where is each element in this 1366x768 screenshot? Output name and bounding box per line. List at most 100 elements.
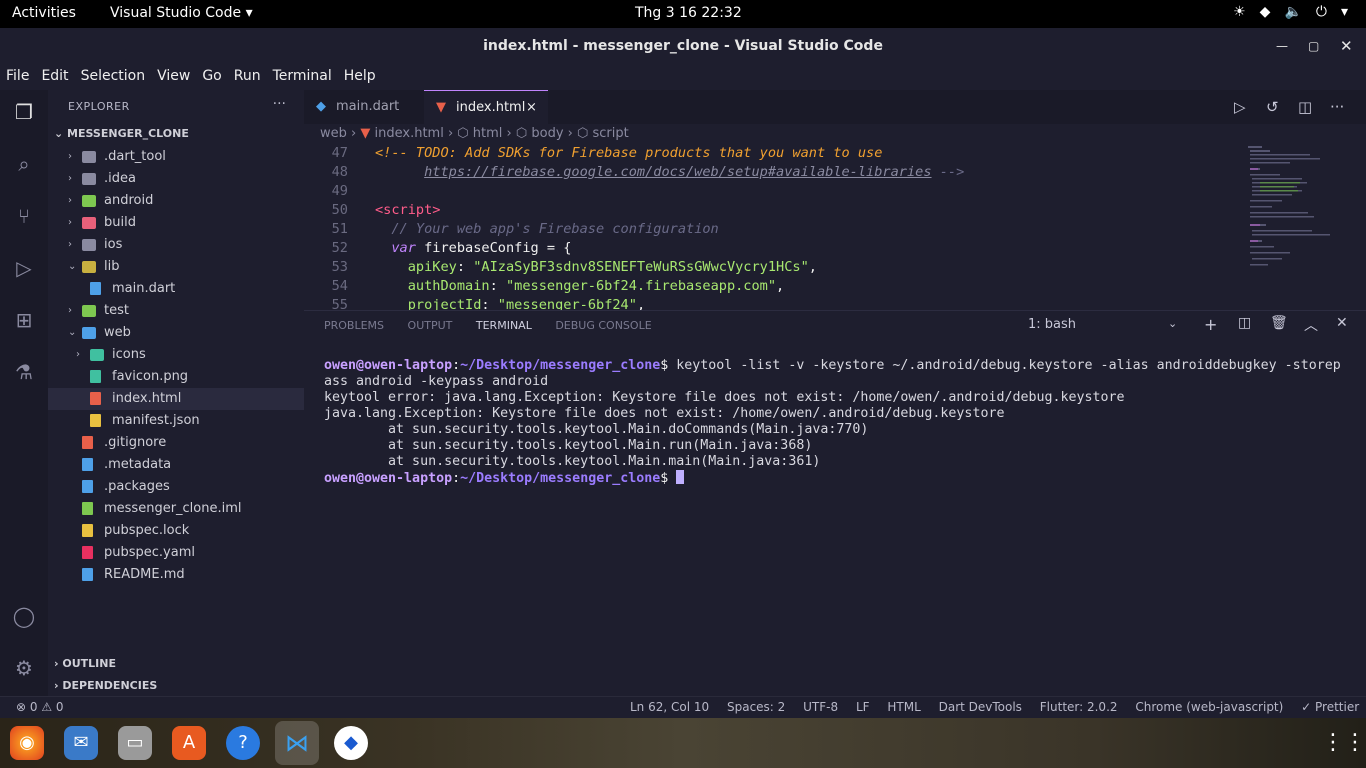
menu-go[interactable]: Go [202,64,227,90]
tree-item[interactable]: pubspec.yaml [48,542,304,564]
activities-button[interactable]: Activities [12,5,76,21]
menu-selection[interactable]: Selection [81,64,152,90]
tree-item[interactable]: ⌄ web [48,322,304,344]
split-terminal-icon[interactable]: ◫ [1238,315,1251,331]
code-editor[interactable]: 47 <!-- TODO: Add SDKs for Firebase produ… [304,144,1244,310]
tree-item[interactable]: › test [48,300,304,322]
line-ending[interactable]: LF [856,700,870,714]
system-tray[interactable]: ☀ ◆ 🔈 ⏻ ▾ [1233,4,1348,20]
tree-item[interactable]: .gitignore [48,432,304,454]
menu-edit[interactable]: Edit [41,64,74,90]
history-icon[interactable]: ↺ [1266,98,1279,116]
menu-run[interactable]: Run [234,64,267,90]
tree-item[interactable]: index.html [48,388,304,410]
prettier-status[interactable]: ✓ Prettier [1301,700,1359,714]
tab-debug-console[interactable]: DEBUG CONSOLE [555,319,651,332]
source-control-icon[interactable]: ⑂ [12,204,36,228]
code-link[interactable]: https://firebase.google.com/docs/web/set… [424,164,931,180]
more-actions-icon[interactable]: ··· [273,96,286,112]
language-mode[interactable]: HTML [887,700,920,714]
thunderbird-icon[interactable]: ✉ [64,726,98,760]
help-icon[interactable]: ? [226,726,260,760]
explorer-icon[interactable]: ❐ [12,100,36,124]
tab-index-html[interactable]: ▼ index.html × [424,90,548,124]
tree-item[interactable]: .packages [48,476,304,498]
tree-item[interactable]: README.md [48,564,304,586]
breadcrumb-item[interactable]: web [320,126,347,141]
tree-item[interactable]: main.dart [48,278,304,300]
settings-gear-icon[interactable]: ⚙ [12,656,36,680]
explorer-sidebar: EXPLORER ··· ⌄ MESSENGER_CLONE › .dart_to… [48,90,304,696]
tree-item[interactable]: favicon.png [48,366,304,388]
tree-item[interactable]: › ios [48,234,304,256]
dependencies-section[interactable]: › DEPENDENCIES [54,679,157,692]
html-file-icon: ▼ [436,100,446,115]
breadcrumb-item[interactable]: index.html [375,126,444,141]
breadcrumb-item[interactable]: body [531,126,563,141]
show-applications-icon[interactable]: ⋮⋮ [1322,726,1366,760]
new-terminal-icon[interactable]: + [1204,315,1217,334]
tree-item[interactable]: pubspec.lock [48,520,304,542]
tree-item[interactable]: › android [48,190,304,212]
code-line: 54 authDomain: "messenger-6bf24.firebase… [304,277,785,296]
terminal-output[interactable]: owen@owen-laptop:~/Desktop/messenger_clo… [324,358,1354,486]
account-icon[interactable]: ◯ [12,604,36,628]
workspace-root[interactable]: ⌄ MESSENGER_CLONE [54,127,189,140]
tree-item[interactable]: › icons [48,344,304,366]
menu-help[interactable]: Help [344,64,382,90]
chevron-down-icon[interactable]: ⌄ [1168,317,1177,330]
maximize-icon[interactable]: ▢ [1308,28,1319,64]
problems-status[interactable]: ⊗ 0 ⚠ 0 [16,700,64,714]
tree-item[interactable]: ⌄ lib [48,256,304,278]
tree-item[interactable]: › build [48,212,304,234]
trash-icon[interactable]: 🗑 [1270,315,1288,331]
breadcrumb-item[interactable]: html [473,126,503,141]
taskbar-dock: ◉ ✉ ▭ A ? ⋈ ◆ ⋮⋮ [0,718,1366,768]
minimap[interactable] [1248,144,1352,274]
tree-item-label: .metadata [104,457,172,472]
tree-item[interactable]: messenger_clone.iml [48,498,304,520]
testing-icon[interactable]: ⚗ [12,360,36,384]
tab-main-dart[interactable]: ◆ main.dart [304,90,422,124]
flutter-version[interactable]: Flutter: 2.0.2 [1040,700,1118,714]
cursor-position[interactable]: Ln 62, Col 10 [630,700,709,714]
app-icon[interactable]: ◆ [334,726,368,760]
app-menu[interactable]: Visual Studio Code ▾ [110,5,253,21]
software-center-icon[interactable]: A [172,726,206,760]
volume-icon: 🔈 [1284,4,1302,20]
encoding[interactable]: UTF-8 [803,700,838,714]
files-icon[interactable]: ▭ [118,726,152,760]
tree-item[interactable]: .metadata [48,454,304,476]
search-icon[interactable]: ⌕ [12,152,36,176]
tab-problems[interactable]: PROBLEMS [324,319,384,332]
tab-terminal[interactable]: TERMINAL [476,319,532,332]
tab-output[interactable]: OUTPUT [408,319,453,332]
run-debug-icon[interactable]: ▷ [12,256,36,280]
close-icon[interactable]: ✕ [1340,28,1353,64]
close-tab-icon[interactable]: × [526,91,537,125]
tree-item[interactable]: manifest.json [48,410,304,432]
minimize-icon[interactable]: — [1276,28,1288,64]
dart-devtools[interactable]: Dart DevTools [939,700,1022,714]
indentation[interactable]: Spaces: 2 [727,700,785,714]
clock[interactable]: Thg 3 16 22:32 [635,5,742,21]
code-line: 55 projectId: "messenger-6bf24", [304,296,646,310]
maximize-panel-icon[interactable]: ︿ [1304,315,1318,335]
vscode-icon[interactable]: ⋈ [275,721,319,765]
breadcrumb-item[interactable]: script [593,126,629,141]
menu-view[interactable]: View [157,64,196,90]
tree-item[interactable]: › .dart_tool [48,146,304,168]
menu-file[interactable]: File [6,64,35,90]
device-selector[interactable]: Chrome (web-javascript) [1135,700,1283,714]
run-icon[interactable]: ▷ [1234,98,1246,116]
more-actions-icon[interactable]: ··· [1330,98,1344,116]
firefox-icon[interactable]: ◉ [10,726,44,760]
close-panel-icon[interactable]: ✕ [1336,315,1348,331]
tree-item[interactable]: › .idea [48,168,304,190]
outline-section[interactable]: › OUTLINE [54,657,116,670]
chevron-right-icon: › [68,217,72,228]
menu-terminal[interactable]: Terminal [273,64,338,90]
split-editor-icon[interactable]: ◫ [1298,98,1312,116]
terminal-selector[interactable]: 1: bash [1028,317,1076,332]
extensions-icon[interactable]: ⊞ [12,308,36,332]
